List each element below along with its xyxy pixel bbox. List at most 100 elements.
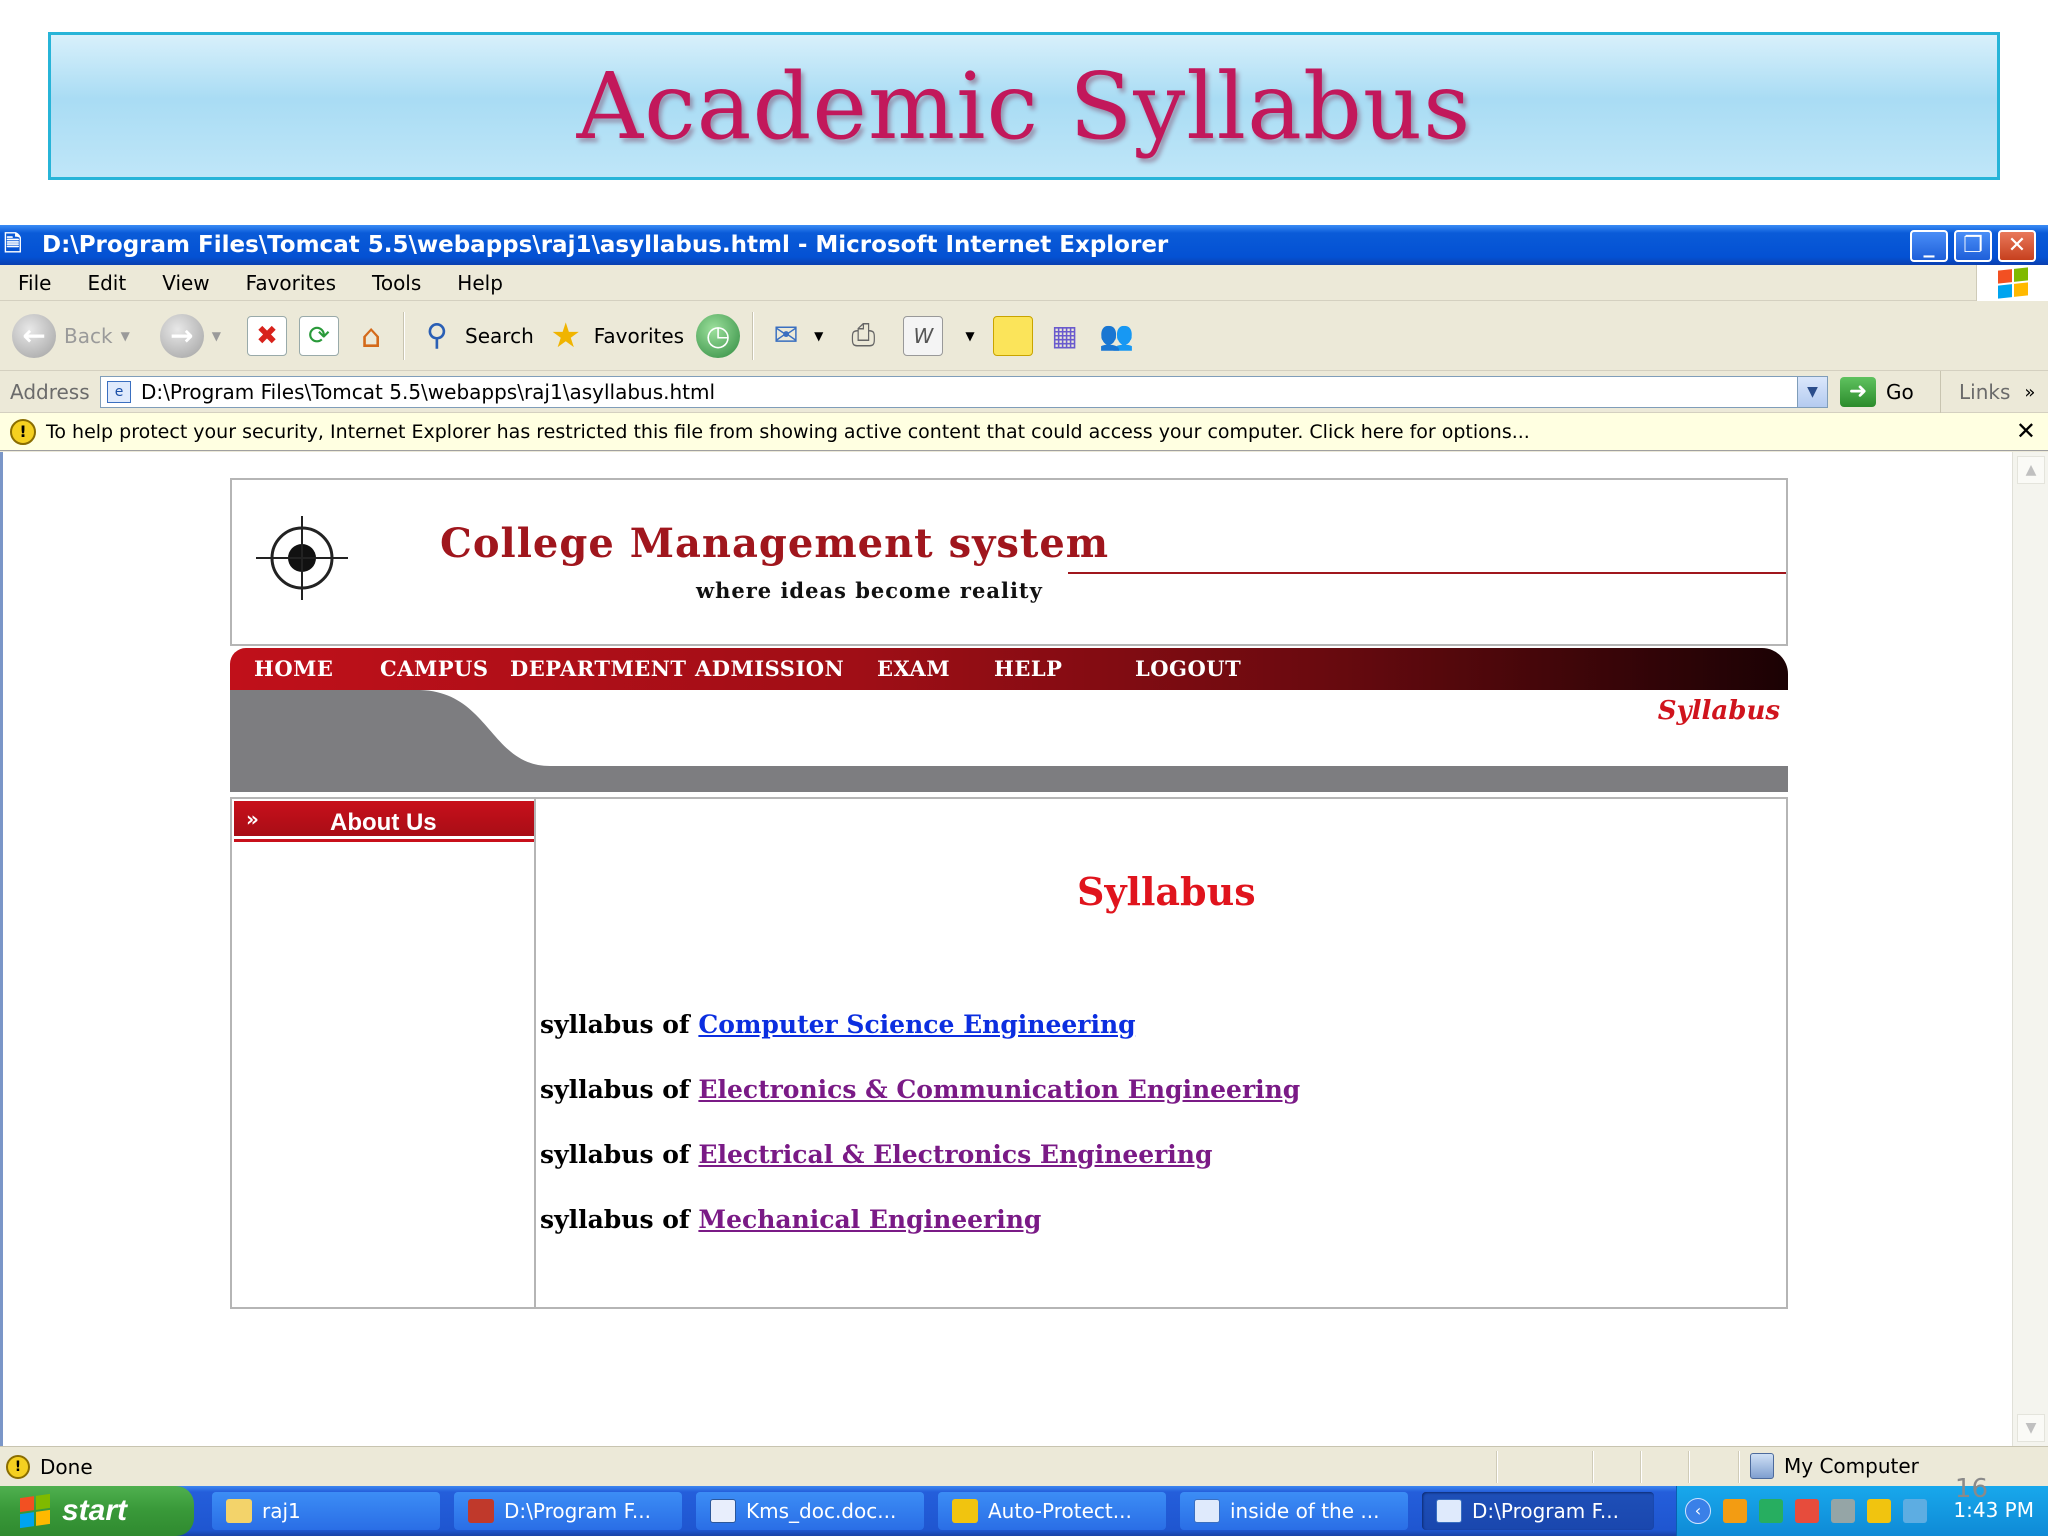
menu-bar: File Edit View Favorites Tools Help bbox=[0, 265, 2048, 301]
back-arrow-icon: ← bbox=[12, 313, 56, 358]
syllabus-prefix: syllabus of bbox=[540, 1140, 690, 1169]
security-information-bar[interactable]: ! To help protect your security, Interne… bbox=[0, 413, 2048, 451]
minimize-button[interactable]: _ bbox=[1910, 230, 1948, 262]
menu-tools[interactable]: Tools bbox=[354, 271, 439, 295]
link-electrical-electronics[interactable]: Electrical & Electronics Engineering bbox=[698, 1140, 1212, 1169]
nav-home[interactable]: HOME bbox=[254, 656, 333, 681]
section-tag: Syllabus bbox=[1657, 696, 1780, 726]
back-label: Back bbox=[64, 323, 113, 348]
start-button[interactable]: start bbox=[0, 1486, 194, 1536]
pencil-icon[interactable] bbox=[1867, 1499, 1891, 1523]
forward-arrow-icon: → bbox=[159, 313, 204, 358]
slide-banner: Academic Syllabus bbox=[48, 32, 2000, 180]
taskbar-item-program-files[interactable]: D:\Program F... bbox=[454, 1492, 682, 1530]
security-zone[interactable]: My Computer bbox=[1750, 1453, 1919, 1479]
status-divider bbox=[1496, 1451, 1498, 1483]
link-mechanical[interactable]: Mechanical Engineering bbox=[698, 1205, 1041, 1234]
sidebar-heading[interactable]: » About Us bbox=[234, 801, 534, 839]
nav-campus[interactable]: CAMPUS bbox=[380, 656, 489, 681]
status-divider bbox=[1592, 1451, 1594, 1483]
status-text: Done bbox=[40, 1455, 93, 1479]
address-bar: Address e D:\Program Files\Tomcat 5.5\we… bbox=[0, 371, 2048, 413]
menu-favorites[interactable]: Favorites bbox=[228, 271, 354, 295]
refresh-icon: ⟳ bbox=[299, 315, 340, 356]
chevron-left-icon[interactable]: ‹ bbox=[1685, 1498, 1711, 1524]
computer-icon bbox=[1750, 1453, 1774, 1479]
nav-department[interactable]: DEPARTMENT bbox=[510, 656, 687, 681]
nav-logout[interactable]: LOGOUT bbox=[1135, 656, 1241, 681]
taskbar: start raj1 D:\Program F... Kms_doc.doc..… bbox=[0, 1486, 2048, 1536]
print-button[interactable]: ⎙ bbox=[843, 311, 883, 361]
favorites-button[interactable]: ★ Favorites bbox=[546, 311, 685, 361]
taskbar-item-label: Kms_doc.doc... bbox=[746, 1499, 897, 1523]
research-button[interactable]: ▦ bbox=[1045, 311, 1085, 361]
messenger-button[interactable]: 👥 bbox=[1097, 311, 1137, 361]
taskbar-item-label: inside of the ... bbox=[1230, 1499, 1380, 1523]
search-button[interactable]: ⚲ Search bbox=[417, 311, 534, 361]
taskbar-item-auto-protect[interactable]: Auto-Protect... bbox=[938, 1492, 1166, 1530]
nav-exam[interactable]: EXAM bbox=[877, 656, 950, 681]
taskbar-item-label: D:\Program F... bbox=[504, 1499, 651, 1523]
sidebar-heading-label: About Us bbox=[330, 809, 437, 836]
scroll-down-icon[interactable]: ▼ bbox=[2017, 1414, 2045, 1442]
edit-dropdown-icon[interactable]: ▼ bbox=[965, 329, 974, 343]
site-tagline: where ideas become reality bbox=[696, 578, 1043, 603]
menu-edit[interactable]: Edit bbox=[69, 271, 144, 295]
link-computer-science[interactable]: Computer Science Engineering bbox=[698, 1010, 1135, 1039]
edit-button[interactable]: W ▼ bbox=[903, 311, 975, 361]
nav-help[interactable]: HELP bbox=[994, 656, 1062, 681]
stop-button[interactable]: ✖ bbox=[247, 311, 288, 361]
back-button[interactable]: ← Back ▼ bbox=[12, 311, 130, 361]
links-toolbar[interactable]: Links » bbox=[1940, 371, 2035, 413]
double-chevron-icon: » bbox=[246, 807, 259, 831]
close-icon[interactable]: ✕ bbox=[2016, 417, 2036, 445]
forward-button[interactable]: → ▼ bbox=[159, 311, 221, 361]
back-dropdown-icon[interactable]: ▼ bbox=[121, 329, 130, 343]
menu-view[interactable]: View bbox=[144, 271, 227, 295]
go-arrow-icon: ➜ bbox=[1840, 377, 1876, 407]
content-area: » About Us Syllabus syllabus of Computer… bbox=[230, 797, 1788, 1309]
syllabus-prefix: syllabus of bbox=[540, 1075, 690, 1104]
display-icon[interactable] bbox=[1903, 1499, 1927, 1523]
status-bar: ! Done My Computer bbox=[0, 1446, 2048, 1486]
address-input[interactable]: e D:\Program Files\Tomcat 5.5\webapps\ra… bbox=[100, 376, 1828, 408]
vertical-scrollbar[interactable]: ▲ ▼ bbox=[2012, 452, 2048, 1446]
close-button[interactable]: ✕ bbox=[1998, 230, 2036, 262]
window-titlebar[interactable]: 🗎 D:\Program Files\Tomcat 5.5\webapps\ra… bbox=[0, 225, 2048, 265]
taskbar-item-kms-doc[interactable]: Kms_doc.doc... bbox=[696, 1492, 924, 1530]
app-icon bbox=[468, 1499, 494, 1523]
sidebar: » About Us bbox=[232, 799, 536, 1307]
status-divider bbox=[1738, 1451, 1740, 1483]
nav-admission[interactable]: ADMISSION bbox=[695, 656, 844, 681]
menu-help[interactable]: Help bbox=[439, 271, 521, 295]
discuss-button[interactable] bbox=[992, 311, 1033, 361]
word-doc-icon bbox=[710, 1499, 736, 1523]
forward-dropdown-icon[interactable]: ▼ bbox=[212, 329, 221, 343]
mail-dropdown-icon[interactable]: ▼ bbox=[814, 329, 823, 343]
taskbar-item-inside-of-the[interactable]: inside of the ... bbox=[1180, 1492, 1408, 1530]
update-icon[interactable] bbox=[1759, 1499, 1783, 1523]
search-label: Search bbox=[465, 323, 534, 348]
restore-button[interactable]: ❐ bbox=[1954, 230, 1992, 262]
home-icon: ⌂ bbox=[360, 316, 382, 355]
monitor-icon[interactable] bbox=[1831, 1499, 1855, 1523]
header-divider bbox=[1068, 572, 1786, 574]
home-button[interactable]: ⌂ bbox=[351, 311, 391, 361]
menu-file[interactable]: File bbox=[0, 271, 69, 295]
refresh-button[interactable]: ⟳ bbox=[299, 311, 340, 361]
go-button[interactable]: ➜ Go bbox=[1840, 377, 1914, 407]
ie-page-icon: 🗎 bbox=[4, 232, 22, 257]
mail-button[interactable]: ✉ ▼ bbox=[766, 311, 824, 361]
shield-icon[interactable] bbox=[1795, 1499, 1819, 1523]
taskbar-item-raj1[interactable]: raj1 bbox=[212, 1492, 440, 1530]
network-icon[interactable] bbox=[1723, 1499, 1747, 1523]
chevron-right-icon[interactable]: » bbox=[2024, 382, 2035, 403]
slide-title: Academic Syllabus bbox=[576, 52, 1472, 160]
taskbar-item-active-ie[interactable]: D:\Program F... bbox=[1422, 1492, 1654, 1530]
address-dropdown-icon[interactable]: ▼ bbox=[1797, 377, 1827, 407]
link-electronics-communication[interactable]: Electronics & Communication Engineering bbox=[698, 1075, 1300, 1104]
history-button[interactable]: ◷ bbox=[696, 311, 741, 361]
scroll-up-icon[interactable]: ▲ bbox=[2017, 456, 2045, 484]
window-title: D:\Program Files\Tomcat 5.5\webapps\raj1… bbox=[42, 232, 1169, 258]
ie-icon bbox=[1194, 1499, 1220, 1523]
